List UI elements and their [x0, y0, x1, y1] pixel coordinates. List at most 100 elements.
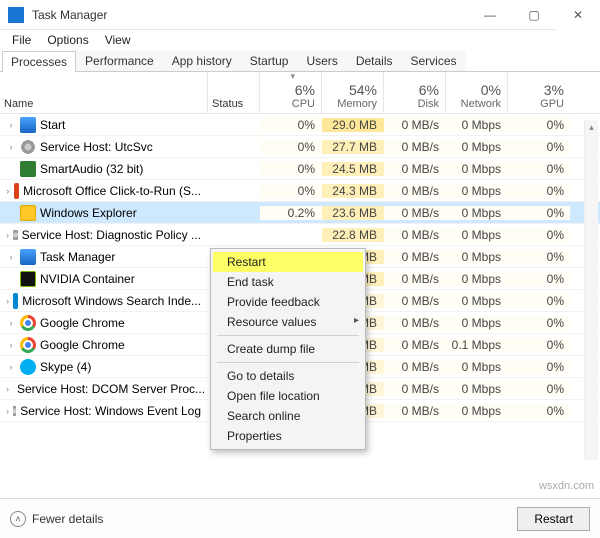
process-network: 0 Mbps [446, 250, 508, 264]
process-gpu: 0% [508, 140, 570, 154]
column-network[interactable]: 0% Network [446, 72, 508, 113]
memory-label: Memory [337, 98, 377, 110]
tab-users[interactable]: Users [297, 50, 346, 71]
process-name-cell: › Google Chrome [0, 315, 208, 331]
column-cpu[interactable]: ▾ 6% CPU [260, 72, 322, 113]
process-row[interactable]: SmartAudio (32 bit)0%24.5 MB0 MB/s0 Mbps… [0, 158, 600, 180]
process-disk: 0 MB/s [384, 228, 446, 242]
tab-startup[interactable]: Startup [241, 50, 298, 71]
expand-icon[interactable]: › [6, 142, 16, 152]
expand-icon[interactable]: › [6, 120, 16, 130]
menu-file[interactable]: File [4, 31, 39, 49]
process-network: 0 Mbps [446, 206, 508, 220]
context-item-properties[interactable]: Properties [213, 426, 363, 446]
disk-label: Disk [418, 98, 439, 110]
tab-performance[interactable]: Performance [76, 50, 163, 71]
process-name: Microsoft Windows Search Inde... [22, 294, 201, 308]
process-row[interactable]: ›Start0%29.0 MB0 MB/s0 Mbps0% [0, 114, 600, 136]
context-divider [217, 335, 359, 336]
context-item-open-file-location[interactable]: Open file location [213, 386, 363, 406]
process-name: Service Host: Windows Event Log [20, 404, 201, 418]
process-cpu: 0% [260, 140, 322, 154]
tab-processes[interactable]: Processes [2, 51, 76, 72]
process-name-cell: NVIDIA Container [0, 271, 208, 287]
minimize-button[interactable]: — [468, 0, 512, 30]
process-network: 0 Mbps [446, 228, 508, 242]
vertical-scrollbar[interactable]: ▴ [584, 120, 598, 460]
column-memory[interactable]: 54% Memory [322, 72, 384, 113]
process-name-cell: › Service Host: DCOM Server Proc... [0, 381, 208, 397]
process-memory: 23.6 MB [322, 206, 384, 220]
context-item-end-task[interactable]: End task [213, 272, 363, 292]
tab-app-history[interactable]: App history [163, 50, 241, 71]
context-item-provide-feedback[interactable]: Provide feedback [213, 292, 363, 312]
expand-icon[interactable]: › [6, 296, 9, 306]
process-icon [20, 315, 36, 331]
process-disk: 0 MB/s [384, 338, 446, 352]
context-item-create-dump-file[interactable]: Create dump file [213, 339, 363, 359]
process-disk: 0 MB/s [384, 294, 446, 308]
expand-icon[interactable]: › [6, 406, 9, 416]
expand-icon[interactable]: › [6, 252, 16, 262]
process-icon [20, 161, 36, 177]
process-name: Service Host: DCOM Server Proc... [17, 382, 205, 396]
column-name-label: Name [4, 98, 201, 110]
process-name: Google Chrome [40, 316, 125, 330]
process-disk: 0 MB/s [384, 184, 446, 198]
menu-options[interactable]: Options [39, 31, 96, 49]
process-icon [13, 403, 16, 419]
process-icon [20, 271, 36, 287]
process-disk: 0 MB/s [384, 316, 446, 330]
restart-button[interactable]: Restart [517, 507, 590, 531]
window-title: Task Manager [32, 8, 468, 22]
close-button[interactable]: ✕ [556, 0, 600, 30]
context-item-go-to-details[interactable]: Go to details [213, 366, 363, 386]
context-item-search-online[interactable]: Search online [213, 406, 363, 426]
process-network: 0 Mbps [446, 184, 508, 198]
column-headers: Name Status ▾ 6% CPU 54% Memory 6% Disk … [0, 72, 600, 114]
column-name[interactable]: Name [0, 72, 208, 113]
tab-details[interactable]: Details [347, 50, 402, 71]
tab-services[interactable]: Services [402, 50, 466, 71]
expand-icon[interactable]: › [6, 340, 16, 350]
process-row[interactable]: ›Service Host: UtcSvc0%27.7 MB0 MB/s0 Mb… [0, 136, 600, 158]
menu-view[interactable]: View [97, 31, 139, 49]
app-icon [8, 7, 24, 23]
expand-icon[interactable]: › [6, 186, 10, 196]
process-name: Task Manager [40, 250, 115, 264]
process-gpu: 0% [508, 162, 570, 176]
column-status[interactable]: Status [208, 72, 260, 113]
process-memory: 29.0 MB [322, 118, 384, 132]
process-icon [14, 183, 20, 199]
scroll-up-icon[interactable]: ▴ [585, 120, 598, 135]
process-icon [20, 139, 36, 155]
maximize-button[interactable]: ▢ [512, 0, 556, 30]
process-network: 0 Mbps [446, 272, 508, 286]
process-disk: 0 MB/s [384, 250, 446, 264]
process-cpu: 0% [260, 184, 322, 198]
context-item-restart[interactable]: Restart [213, 252, 363, 272]
cpu-summary: 6% [295, 82, 315, 98]
process-name: Service Host: Diagnostic Policy ... [22, 228, 201, 242]
process-row[interactable]: ›Service Host: Diagnostic Policy ...22.8… [0, 224, 600, 246]
process-gpu: 0% [508, 184, 570, 198]
fewer-details-button[interactable]: ˄ Fewer details [10, 511, 103, 527]
expand-icon[interactable]: › [6, 362, 16, 372]
expand-icon[interactable]: › [6, 384, 9, 394]
expand-icon[interactable]: › [6, 318, 16, 328]
process-icon [20, 117, 36, 133]
column-gpu[interactable]: 3% GPU [508, 72, 570, 113]
process-disk: 0 MB/s [384, 118, 446, 132]
process-row[interactable]: Windows Explorer0.2%23.6 MB0 MB/s0 Mbps0… [0, 202, 600, 224]
column-disk[interactable]: 6% Disk [384, 72, 446, 113]
process-name-cell: ›Service Host: UtcSvc [0, 139, 208, 155]
context-item-resource-values[interactable]: Resource values [213, 312, 363, 332]
process-memory: 24.5 MB [322, 162, 384, 176]
process-name: Skype (4) [40, 360, 91, 374]
process-name-cell: › Service Host: Windows Event Log [0, 403, 208, 419]
network-summary: 0% [481, 82, 501, 98]
expand-icon[interactable]: › [6, 230, 9, 240]
process-row[interactable]: ›Microsoft Office Click-to-Run (S...0%24… [0, 180, 600, 202]
process-name: SmartAudio (32 bit) [40, 162, 143, 176]
process-disk: 0 MB/s [384, 404, 446, 418]
